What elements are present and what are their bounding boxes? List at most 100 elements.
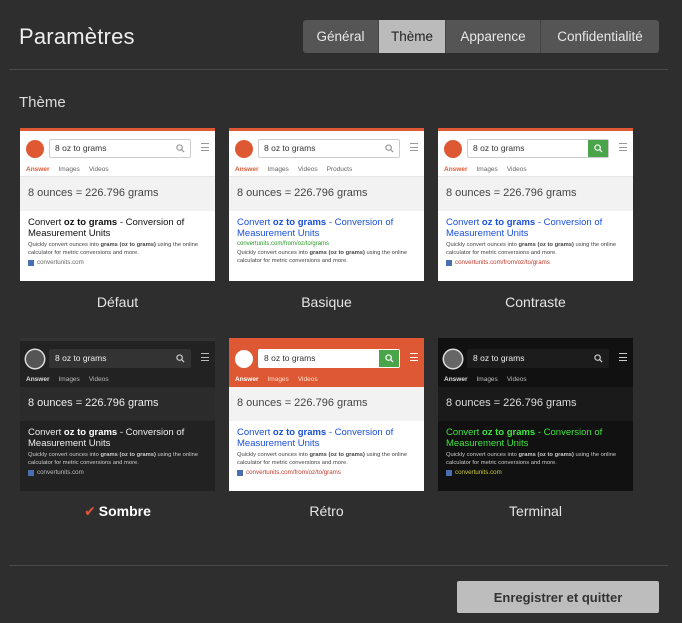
preview-query: 8 oz to grams [264, 143, 316, 153]
preview-search-box: 8 oz to grams [258, 139, 400, 158]
theme-preview: 8 oz to grams Answer Images Videos 8 oun… [229, 338, 424, 491]
theme-card-retro[interactable]: 8 oz to grams Answer Images Videos 8 oun… [229, 338, 424, 491]
preview-result-title: Convert oz to grams - Conversion of Meas… [446, 217, 625, 239]
preview-nav-products: Products [326, 166, 353, 173]
desc-bold: grams (oz to grams) [309, 250, 365, 256]
preview-nav-images: Images [267, 376, 289, 383]
theme-label-default[interactable]: Défaut [20, 294, 215, 310]
preview-nav-answer: Answer [26, 376, 50, 383]
tab-privacy[interactable]: Confidentialité [541, 20, 659, 53]
preview-result-desc: Quickly convert ounces into grams (oz to… [237, 451, 416, 467]
preview-result: Convert oz to grams - Conversion of Meas… [438, 211, 633, 266]
theme-card-dark[interactable]: 8 oz to grams Answer Images Videos 8 oun… [20, 338, 215, 491]
preview-header: 8 oz to grams Answer Images Videos [229, 341, 424, 387]
theme-preview: 8 oz to grams Answer Images Videos 8 oun… [438, 128, 633, 281]
result-url-text: convertunits.com [455, 469, 502, 476]
theme-label-terminal[interactable]: Terminal [438, 503, 633, 519]
page-title: Paramètres [19, 24, 135, 49]
result-title-bold: oz to grams [272, 217, 327, 228]
theme-card-contrast[interactable]: 8 oz to grams Answer Images Videos 8 oun… [438, 128, 633, 281]
desc-part: Quickly convert ounces into [28, 242, 101, 248]
result-title-bold: oz to grams [63, 427, 118, 438]
preview-result-desc: Quickly convert ounces into grams (oz to… [28, 241, 207, 257]
hamburger-menu-icon [619, 143, 627, 151]
theme-preview: 8 oz to grams Answer Images Videos 8 oun… [438, 338, 633, 491]
preview-nav-answer: Answer [235, 166, 259, 173]
preview-result-url: convertunits.com/from/oz/to/grams [446, 259, 625, 266]
desc-part: Quickly convert ounces into [237, 452, 310, 458]
preview-green-url: convertunits.com/from/oz/to/grams [237, 241, 330, 247]
theme-preview: 8 oz to grams Answer Images Videos 8 oun… [20, 128, 215, 281]
preview-nav-videos: Videos [297, 376, 318, 383]
theme-label-retro[interactable]: Rétro [229, 503, 424, 519]
desc-part: Quickly convert ounces into [446, 452, 519, 458]
preview-result-title: Convert oz to grams - Conversion of Meas… [28, 427, 207, 449]
theme-label-dark[interactable]: ✔ Sombre [20, 503, 215, 520]
theme-label-contrast[interactable]: Contraste [438, 294, 633, 310]
preview-result-url: convertunits.com [28, 469, 207, 476]
preview-nav: Answer Images Videos [444, 166, 527, 173]
preview-result-title: Convert oz to grams - Conversion of Meas… [237, 217, 416, 239]
result-title-bold: oz to grams [481, 427, 536, 438]
favicon-icon [446, 259, 452, 266]
preview-answer: 8 ounces = 226.796 grams [229, 387, 424, 421]
hamburger-menu-icon [619, 353, 627, 361]
preview-nav-images: Images [58, 376, 80, 383]
desc-bold: grams (oz to grams) [518, 452, 574, 458]
tab-general[interactable]: Général [303, 20, 379, 53]
preview-query: 8 oz to grams [473, 143, 525, 153]
preview-result-desc: Quickly convert ounces into grams (oz to… [28, 451, 207, 467]
preview-result-desc: Quickly convert ounces into grams (oz to… [446, 241, 625, 257]
preview-answer: 8 ounces = 226.796 grams [20, 387, 215, 421]
theme-card-basic[interactable]: 8 oz to grams Answer Images Videos Produ… [229, 128, 424, 281]
preview-nav-images: Images [58, 166, 80, 173]
preview-nav-answer: Answer [444, 166, 468, 173]
preview-search-box: 8 oz to grams [258, 349, 400, 368]
preview-search-box: 8 oz to grams [467, 139, 609, 158]
preview-result-url: convertunits.com/from/oz/to/grams [237, 469, 416, 476]
theme-card-default[interactable]: 8 oz to grams Answer Images Videos 8 oun… [20, 128, 215, 281]
preview-nav: Answer Images Videos [26, 376, 109, 383]
settings-tabs: Général Thème Apparence Confidentialité [303, 20, 659, 53]
preview-result-title: Convert oz to grams - Conversion of Meas… [446, 427, 625, 449]
theme-card-terminal[interactable]: 8 oz to grams Answer Images Videos 8 oun… [438, 338, 633, 491]
preview-header: 8 oz to grams Answer Images Videos [20, 341, 215, 387]
section-title: Thème [19, 94, 66, 111]
save-and-quit-button[interactable]: Enregistrer et quitter [457, 581, 659, 613]
tab-theme[interactable]: Thème [379, 20, 446, 53]
preview-result-desc: Quickly convert ounces into grams (oz to… [237, 249, 416, 265]
result-url-text: convertunits.com [37, 469, 84, 476]
preview-search-box: 8 oz to grams [49, 139, 191, 158]
preview-nav: Answer Images Videos Products [235, 166, 352, 173]
bottom-divider [9, 565, 668, 566]
duck-logo-icon [444, 140, 462, 158]
preview-result-url: convertunits.com [446, 469, 625, 476]
theme-label-basic[interactable]: Basique [229, 294, 424, 310]
tab-appearance[interactable]: Apparence [446, 20, 541, 53]
favicon-icon [446, 469, 452, 476]
preview-header: 8 oz to grams Answer Images Videos [438, 341, 633, 387]
result-title-part: Convert [237, 217, 273, 228]
hamburger-menu-icon [410, 143, 418, 151]
preview-answer: 8 ounces = 226.796 grams [438, 177, 633, 211]
preview-query: 8 oz to grams [55, 143, 107, 153]
preview-result-desc: Quickly convert ounces into grams (oz to… [446, 451, 625, 467]
search-icon [588, 350, 608, 367]
result-url-text: convertunits.com/from/oz/to/grams [455, 259, 550, 266]
result-title-part: Convert [237, 427, 273, 438]
result-title-part: Convert [28, 217, 64, 228]
desc-bold: grams (oz to grams) [309, 452, 365, 458]
duck-logo-icon [26, 350, 44, 368]
preview-nav-videos: Videos [506, 166, 527, 173]
favicon-icon [237, 469, 243, 476]
preview-header: 8 oz to grams Answer Images Videos Produ… [229, 131, 424, 177]
favicon-icon [28, 259, 34, 266]
preview-result: Convert oz to grams - Conversion of Meas… [20, 211, 215, 266]
result-url-text: convertunits.com/from/oz/to/grams [246, 469, 341, 476]
preview-nav: Answer Images Videos [26, 166, 109, 173]
theme-label-text: Sombre [98, 503, 151, 519]
preview-search-box: 8 oz to grams [49, 349, 191, 368]
preview-result: Convert oz to grams - Conversion of Meas… [438, 421, 633, 476]
preview-result: Convert oz to grams - Conversion of Meas… [229, 211, 424, 265]
preview-search-box: 8 oz to grams [467, 349, 609, 368]
